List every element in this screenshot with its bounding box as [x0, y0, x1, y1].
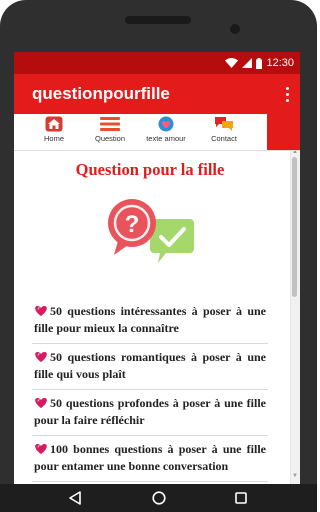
overflow-dot [285, 92, 289, 96]
signal-icon [242, 58, 253, 68]
overflow-menu-button[interactable] [280, 84, 294, 104]
device-bezel-left [0, 52, 14, 484]
speaker-grille [125, 16, 191, 24]
question-text: 50 questions profondes à poser à une fil… [34, 396, 266, 427]
page-title: Question pour la fille [75, 160, 225, 179]
menu-lines-icon [100, 117, 120, 131]
svg-text:?: ? [125, 211, 140, 238]
battery-icon [256, 57, 263, 69]
tab-question[interactable]: Question [82, 116, 138, 150]
status-time: 12:30 [266, 57, 294, 69]
heart-icon [35, 398, 47, 408]
list-item[interactable]: 50 questions intéressantes à poser à une… [32, 298, 268, 344]
scroll-down-arrow-icon[interactable]: ▼ [292, 473, 298, 479]
back-button[interactable] [55, 488, 95, 508]
overflow-dot [285, 98, 289, 102]
recents-square-icon [235, 492, 247, 504]
app-bar: questionpourfille [14, 74, 300, 114]
device-bezel-top [0, 0, 317, 52]
question-list: 50 questions intéressantes à poser à une… [32, 298, 268, 482]
tab-home[interactable]: Home [26, 116, 82, 150]
tab-contact[interactable]: Contact [196, 116, 252, 150]
list-item[interactable]: 100 bonnes questions à poser à une fille… [32, 436, 268, 482]
question-text: 50 questions romantiques à poser à une f… [34, 350, 266, 381]
list-item[interactable]: 50 questions profondes à poser à une fil… [32, 390, 268, 436]
app-title: questionpourfille [32, 84, 170, 103]
tab-texte-amour-label: texte amour [146, 134, 186, 143]
heart-globe-icon [158, 116, 174, 132]
scrollbar-thumb[interactable] [292, 157, 297, 297]
tab-home-label: Home [43, 134, 64, 143]
system-nav-bar [0, 484, 317, 512]
chat-bubbles-icon [215, 117, 233, 131]
heart-icon [35, 352, 47, 362]
tab-texte-amour[interactable]: texte amour [138, 116, 194, 150]
status-bar: 12:30 [14, 52, 300, 74]
tab-bar: Home Question texte amour Contact [14, 114, 300, 151]
back-triangle-icon [69, 491, 81, 505]
question-check-illustration: ? [108, 199, 194, 263]
front-camera [230, 24, 240, 34]
tab-contact-label: Contact [211, 134, 237, 143]
heart-icon [35, 306, 47, 316]
list-item[interactable]: 50 questions romantiques à poser à une f… [32, 344, 268, 390]
device-bezel-right [300, 52, 317, 484]
home-circle-icon [152, 491, 166, 505]
home-icon [45, 116, 63, 132]
tab-question-label: Question [94, 134, 126, 143]
heart-icon [35, 444, 47, 454]
tab-bar-accent [267, 114, 300, 150]
main-content: Question pour la fille ? 50 questions in… [14, 151, 300, 484]
overflow-dot [285, 86, 289, 90]
scroll-up-arrow-icon[interactable]: ▲ [292, 151, 298, 155]
wifi-icon [225, 58, 239, 68]
question-text: 50 questions intéressantes à poser à une… [34, 304, 266, 335]
recents-button[interactable] [221, 488, 261, 508]
home-nav-button[interactable] [139, 488, 179, 508]
question-text: 100 bonnes questions à poser à une fille… [34, 442, 266, 473]
